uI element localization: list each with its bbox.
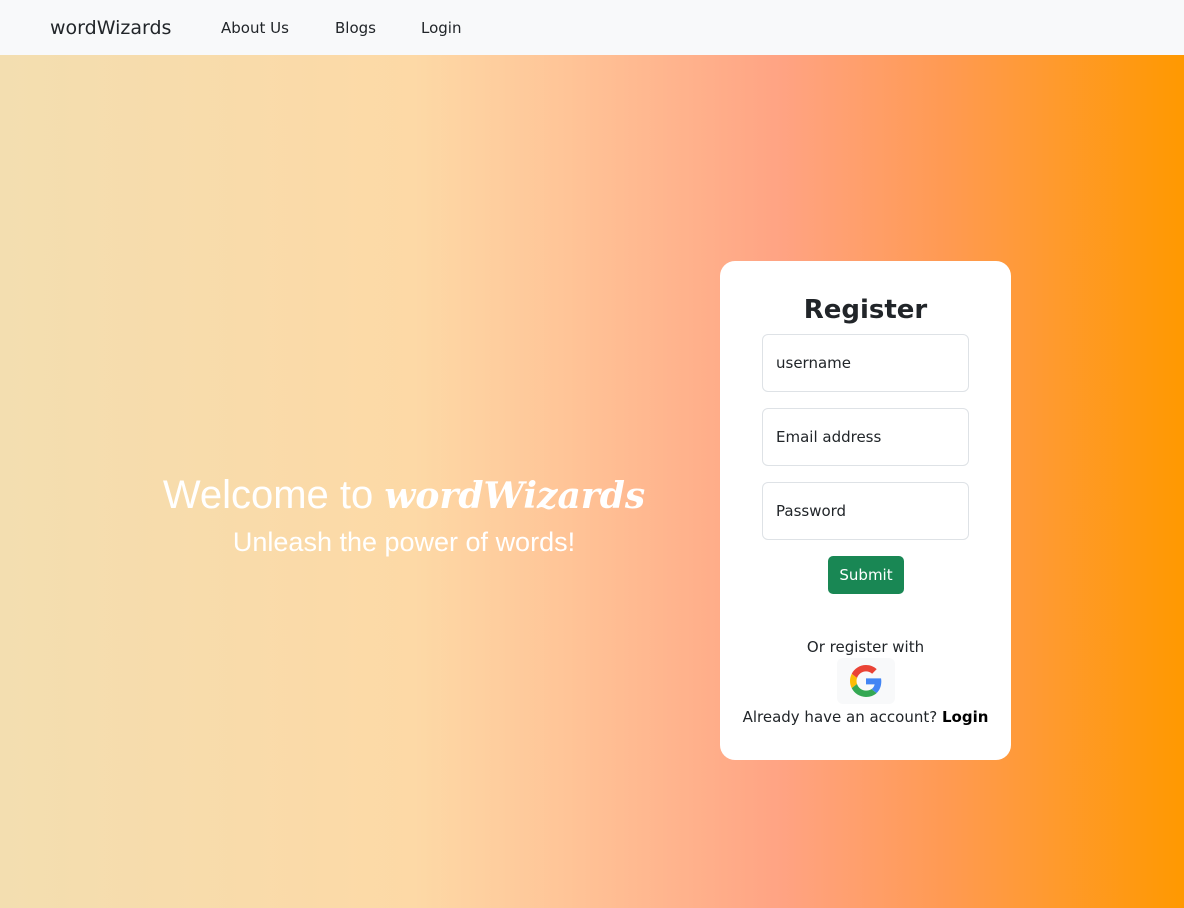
brand-link[interactable]: wordWizards xyxy=(50,15,171,41)
email-input[interactable] xyxy=(762,408,969,466)
google-register-button[interactable] xyxy=(837,658,895,704)
already-have-account-text: Already have an account? xyxy=(742,708,938,726)
password-input[interactable] xyxy=(762,482,969,540)
nav-link-blogs[interactable]: Blogs xyxy=(335,17,376,39)
register-title: Register xyxy=(803,295,928,325)
google-icon xyxy=(850,665,882,697)
nav-link-about-us[interactable]: About Us xyxy=(221,17,289,39)
register-card: Register Submit Or register with Already… xyxy=(720,261,1011,760)
welcome-heading: Welcome to wordWizards xyxy=(0,471,808,520)
welcome-prefix: Welcome to xyxy=(162,473,374,517)
nav-link-login[interactable]: Login xyxy=(421,17,461,39)
navbar: wordWizards About Us Blogs Login xyxy=(0,0,1184,55)
submit-button[interactable]: Submit xyxy=(828,556,904,594)
already-have-account: Already have an account? Login xyxy=(720,707,1011,727)
login-link[interactable]: Login xyxy=(942,708,988,726)
welcome-brand-name: wordWizards xyxy=(384,475,646,517)
username-input[interactable] xyxy=(762,334,969,392)
or-register-text: Or register with xyxy=(806,638,925,656)
hero-tagline: Unleash the power of words! xyxy=(232,527,576,557)
